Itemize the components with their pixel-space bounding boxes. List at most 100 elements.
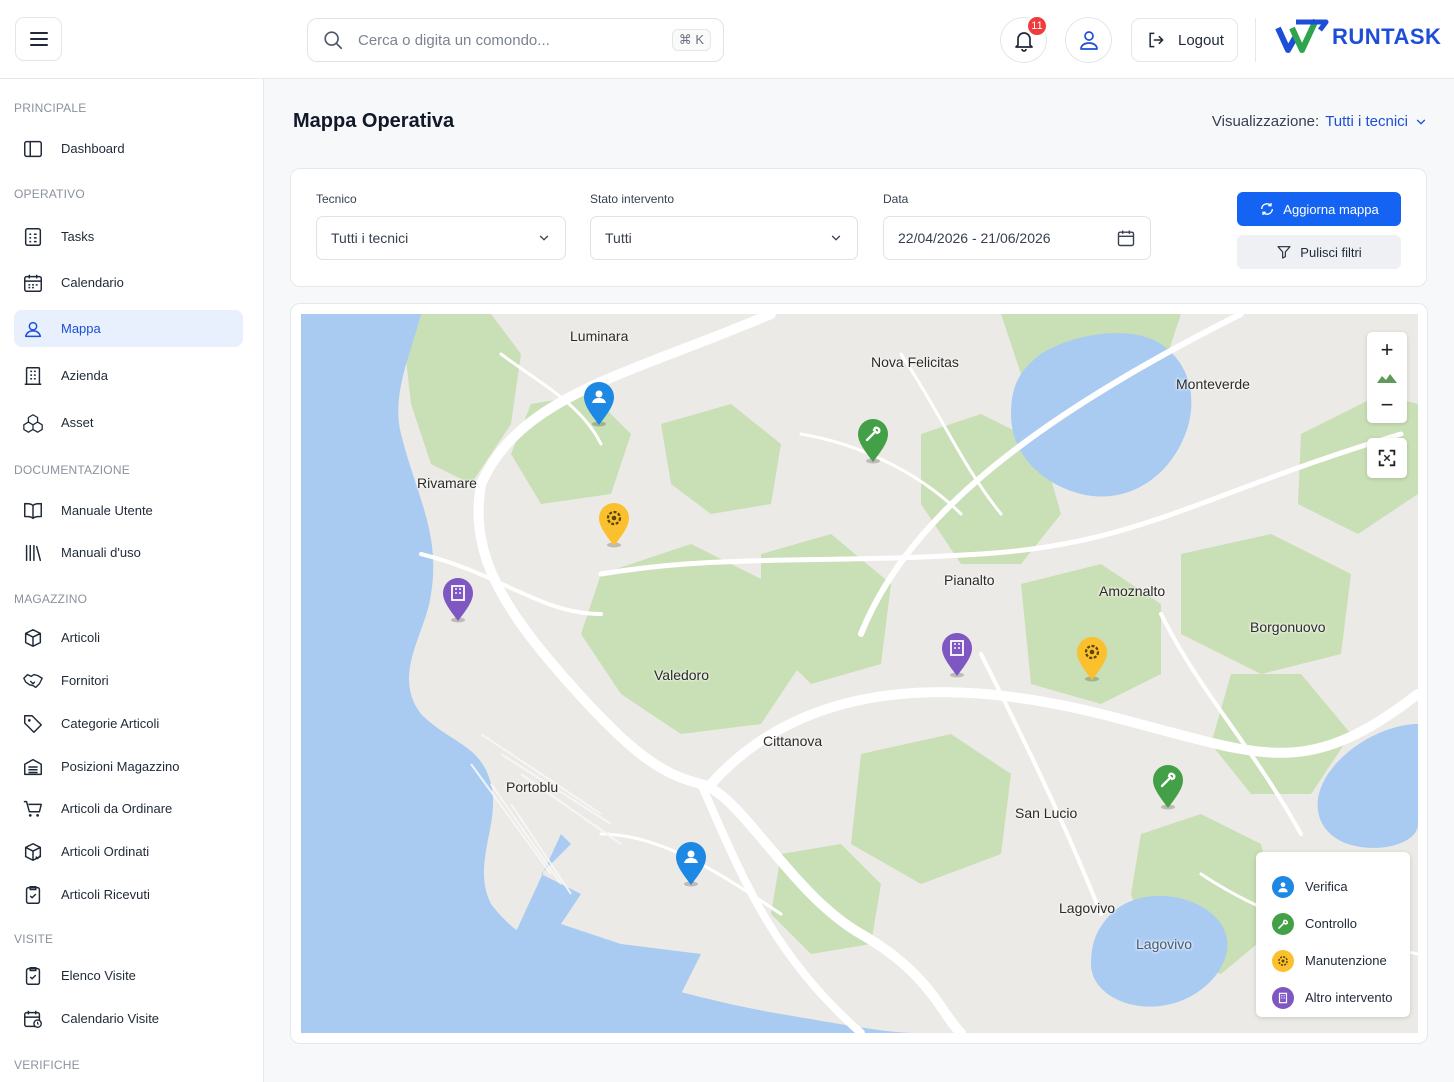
map-legend: Verifica Controllo Manutenzione Altro in… — [1256, 852, 1410, 1017]
pin-manutenzione[interactable] — [597, 502, 631, 548]
clipboard-list-icon — [25, 966, 41, 985]
sidebar-item-articoli-ordinati[interactable]: Articoli Ordinati — [14, 833, 243, 870]
pin-controllo[interactable] — [1151, 764, 1185, 810]
hamburger-icon — [29, 32, 48, 46]
place-label: Lagovivo — [1136, 936, 1193, 952]
boxes-icon — [23, 413, 43, 433]
warehouse-icon — [24, 758, 42, 775]
zoom-in-button[interactable]: + — [1367, 332, 1407, 368]
filters-panel: Tecnico Tutti i tecnici Stato intervento… — [290, 168, 1427, 287]
sidebar-item-articoli-ricevuti[interactable]: Articoli Ricevuti — [14, 876, 243, 913]
header-divider — [1255, 18, 1256, 62]
refresh-map-button[interactable]: Aggiorna mappa — [1237, 192, 1401, 226]
building-icon — [1272, 986, 1294, 1009]
user-icon — [1272, 875, 1294, 898]
legend-item-verifica: Verifica — [1272, 868, 1410, 905]
logout-label: Logout — [1178, 31, 1224, 49]
sidebar-item-manuali-uso[interactable]: Manuali d'uso — [14, 534, 243, 571]
place-label: Luminara — [570, 328, 629, 344]
logo-text: RUNTASK — [1332, 24, 1442, 49]
layout-icon — [24, 140, 42, 157]
pin-altro-intervento[interactable] — [940, 632, 974, 678]
refresh-icon — [1261, 203, 1274, 215]
sidebar-item-calendario-visite[interactable]: Calendario Visite — [14, 1000, 243, 1037]
sidebar-item-azienda[interactable]: Azienda — [14, 357, 243, 394]
compass-indicator — [1367, 368, 1407, 387]
place-label: San Lucio — [1015, 805, 1078, 821]
view-selector-label: Visualizzazione: — [1211, 113, 1320, 130]
zoom-out-button[interactable]: − — [1367, 387, 1407, 423]
tag-icon — [24, 714, 42, 733]
sidebar-item-manuale-utente[interactable]: Manuale Utente — [14, 492, 243, 529]
section-operativo: OPERATIVO — [14, 187, 85, 201]
place-label: Amoznalto — [1099, 583, 1166, 599]
clipboard-check-icon — [25, 885, 41, 904]
sidebar-item-elenco-visite[interactable]: Elenco Visite — [14, 957, 243, 994]
building-icon — [24, 366, 42, 385]
legend-item-altro: Altro intervento — [1272, 979, 1410, 1016]
date-range-input[interactable]: 22/04/2026 - 21/06/2026 — [883, 216, 1151, 260]
map-card: Luminara Nova Felicitas Monteverde Rivam… — [290, 303, 1428, 1044]
sidebar-item-articoli-da-ordinare[interactable]: Articoli da Ordinare — [14, 790, 243, 827]
sidebar-item-articoli[interactable]: Articoli — [14, 619, 243, 656]
view-selector[interactable]: Visualizzazione: Tutti i tecnici — [1212, 113, 1428, 130]
logout-button[interactable]: Logout — [1131, 18, 1238, 62]
checklist-icon — [24, 227, 42, 246]
map-canvas[interactable]: Luminara Nova Felicitas Monteverde Rivam… — [301, 314, 1418, 1033]
section-visite: VISITE — [14, 932, 54, 946]
notifications-button[interactable]: 11 — [1000, 15, 1048, 63]
sidebar-item-fornitori[interactable]: Fornitori — [14, 662, 243, 699]
place-label: Portoblu — [506, 779, 559, 795]
pin-manutenzione[interactable] — [1075, 636, 1109, 682]
command-search[interactable]: Cerca o digita un comondo... ⌘ K — [307, 18, 724, 62]
package-icon — [24, 628, 42, 647]
search-icon — [324, 31, 343, 50]
stato-value: Tutti — [605, 230, 632, 246]
gear-icon — [1272, 949, 1294, 972]
chevron-down-icon — [831, 235, 841, 241]
place-label: Cittanova — [763, 733, 823, 749]
section-magazzino: MAGAZZINO — [14, 592, 88, 606]
chevron-down-icon — [1416, 119, 1426, 125]
top-header: Cerca o digita un comondo... ⌘ K 11 Logo… — [0, 0, 1454, 79]
place-label: Lagovivo — [1059, 900, 1116, 916]
pin-verifica[interactable] — [674, 841, 708, 887]
library-icon — [25, 544, 42, 561]
tecnico-select[interactable]: Tutti i tecnici — [316, 216, 566, 260]
map-pin-user-icon — [24, 321, 42, 337]
sidebar-item-categorie-articoli[interactable]: Categorie Articoli — [14, 705, 243, 742]
book-open-icon — [24, 502, 42, 519]
fullscreen-icon — [1378, 449, 1396, 467]
sidebar-item-mappa[interactable]: Mappa — [14, 310, 243, 347]
cart-icon — [23, 800, 42, 817]
page-title: Mappa Operativa — [293, 110, 455, 132]
sidebar-item-calendario[interactable]: Calendario — [14, 264, 243, 301]
pin-verifica[interactable] — [582, 381, 616, 427]
sidebar-item-tasks[interactable]: Tasks — [14, 218, 243, 255]
place-label: Valedoro — [654, 667, 710, 683]
pin-controllo[interactable] — [856, 418, 890, 464]
place-label: Rivamare — [417, 475, 477, 491]
legend-item-manutenzione: Manutenzione — [1272, 942, 1410, 979]
clear-filters-button[interactable]: Pulisci filtri — [1237, 235, 1401, 269]
user-profile-button[interactable] — [1065, 17, 1112, 63]
place-label: Pianalto — [944, 572, 995, 588]
sidebar-item-dashboard[interactable]: Dashboard — [14, 130, 243, 167]
fullscreen-button[interactable] — [1367, 438, 1407, 478]
calendar-icon — [24, 274, 42, 292]
menu-toggle-button[interactable] — [15, 17, 62, 61]
place-label: Borgonuovo — [1250, 619, 1326, 635]
pin-altro-intervento[interactable] — [441, 577, 475, 623]
sidebar-item-asset[interactable]: Asset — [14, 404, 243, 441]
package-check-icon — [24, 842, 42, 861]
stato-select[interactable]: Tutti — [590, 216, 858, 260]
section-documentazione: DOCUMENTAZIONE — [14, 463, 130, 477]
place-label: Monteverde — [1176, 376, 1250, 392]
section-verifiche: VERIFICHE — [14, 1058, 80, 1072]
handshake-icon — [23, 673, 43, 688]
stato-label: Stato intervento — [590, 192, 675, 206]
runtask-logo[interactable]: RUNTASK — [1274, 14, 1441, 60]
search-input[interactable]: Cerca o digita un comondo... — [358, 32, 672, 49]
filter-x-icon — [1277, 246, 1291, 259]
sidebar-item-posizioni-magazzino[interactable]: Posizioni Magazzino — [14, 748, 243, 785]
